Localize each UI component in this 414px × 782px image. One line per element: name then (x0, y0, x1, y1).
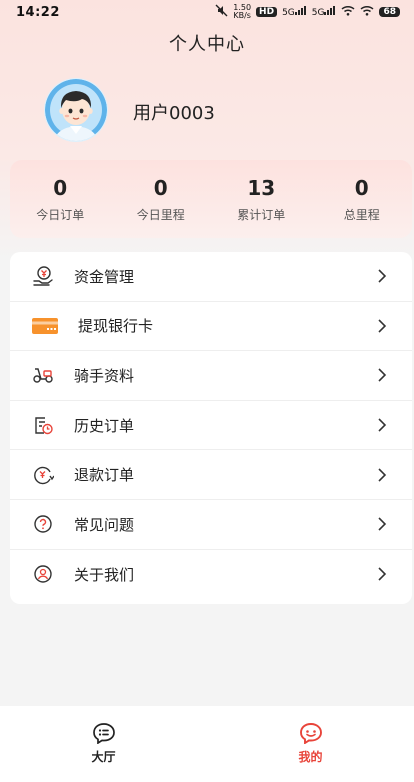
hd-badge: HD (256, 7, 278, 17)
menu-item-fund-management[interactable]: 资金管理 (10, 252, 412, 302)
stat-today-mileage[interactable]: 0 今日里程 (111, 160, 212, 238)
menu-label: 退款订单 (74, 466, 135, 485)
signal-1: 5G (282, 6, 307, 18)
stat-value: 13 (247, 176, 276, 200)
chevron-right-icon (374, 467, 390, 483)
chevron-right-icon (374, 566, 390, 582)
user-name: 用户0003 (133, 103, 215, 124)
tab-mine[interactable]: 我的 (207, 706, 414, 782)
avatar[interactable] (36, 78, 116, 142)
refund-icon (32, 464, 54, 486)
money-hand-icon (32, 265, 54, 287)
stat-value: 0 (53, 176, 68, 200)
mine-icon (299, 722, 323, 745)
status-icons: 1.50 KB/s HD 5G 5G 68 (215, 4, 400, 20)
menu-item-rider-profile[interactable]: 骑手资料 (10, 351, 412, 401)
status-time: 14:22 (16, 4, 60, 20)
stat-label: 今日订单 (36, 208, 85, 222)
question-icon (32, 513, 54, 535)
status-bar: 14:22 1.50 KB/s HD 5G 5G 68 (0, 0, 414, 24)
chevron-right-icon (374, 417, 390, 433)
menu-item-refund-orders[interactable]: 退款订单 (10, 450, 412, 500)
chevron-right-icon (374, 367, 390, 383)
tab-label: 大厅 (91, 750, 116, 764)
battery-indicator: 68 (379, 7, 400, 17)
scooter-icon (32, 364, 54, 386)
chevron-right-icon (374, 516, 390, 532)
stat-value: 0 (354, 176, 369, 200)
menu-item-about-us[interactable]: 关于我们 (10, 550, 412, 600)
wifi-icon-2 (360, 5, 374, 19)
bank-card-icon (32, 315, 58, 337)
about-us-icon (32, 563, 54, 585)
tab-hall[interactable]: 大厅 (0, 706, 207, 782)
stat-label: 总里程 (343, 208, 380, 222)
signal-1-label: 5G (282, 8, 295, 18)
signal-2-label: 5G (311, 8, 325, 18)
order-history-icon (32, 414, 54, 436)
network-speed: 1.50 KB/s (233, 4, 251, 20)
stat-total-mileage[interactable]: 0 总里程 (312, 160, 413, 238)
page-title: 个人中心 (169, 34, 245, 55)
tab-label: 我的 (298, 750, 323, 764)
menu-label: 关于我们 (74, 565, 135, 584)
stat-label: 今日里程 (136, 208, 185, 222)
menu-item-order-history[interactable]: 历史订单 (10, 401, 412, 451)
menu-item-bank-card[interactable]: 提现银行卡 (10, 302, 412, 352)
user-avatar-icon (44, 78, 108, 142)
stat-total-orders[interactable]: 13 累计订单 (211, 160, 312, 238)
stat-today-orders[interactable]: 0 今日订单 (10, 160, 111, 238)
menu-card: 资金管理 提现银行卡 骑手资料 历史订单 退款订单 常见问题 关于我们 (10, 252, 412, 604)
mute-icon (215, 4, 228, 20)
menu-label: 历史订单 (74, 416, 135, 435)
menu-label: 常见问题 (74, 515, 135, 534)
stat-value: 0 (153, 176, 168, 200)
hall-icon (92, 722, 116, 745)
stats-card: 0 今日订单 0 今日里程 13 累计订单 0 总里程 (10, 160, 412, 238)
bottom-tab-bar: 大厅 我的 (0, 706, 414, 782)
menu-label: 资金管理 (74, 267, 135, 286)
menu-item-faq[interactable]: 常见问题 (10, 500, 412, 550)
stat-label: 累计订单 (237, 208, 286, 222)
signal-2: 5G (312, 6, 337, 18)
menu-label: 骑手资料 (74, 366, 135, 385)
chevron-right-icon (374, 268, 390, 284)
network-speed-unit: KB/s (233, 11, 251, 20)
menu-label: 提现银行卡 (78, 317, 154, 336)
wifi-icon (341, 5, 355, 19)
chevron-right-icon (374, 318, 390, 334)
